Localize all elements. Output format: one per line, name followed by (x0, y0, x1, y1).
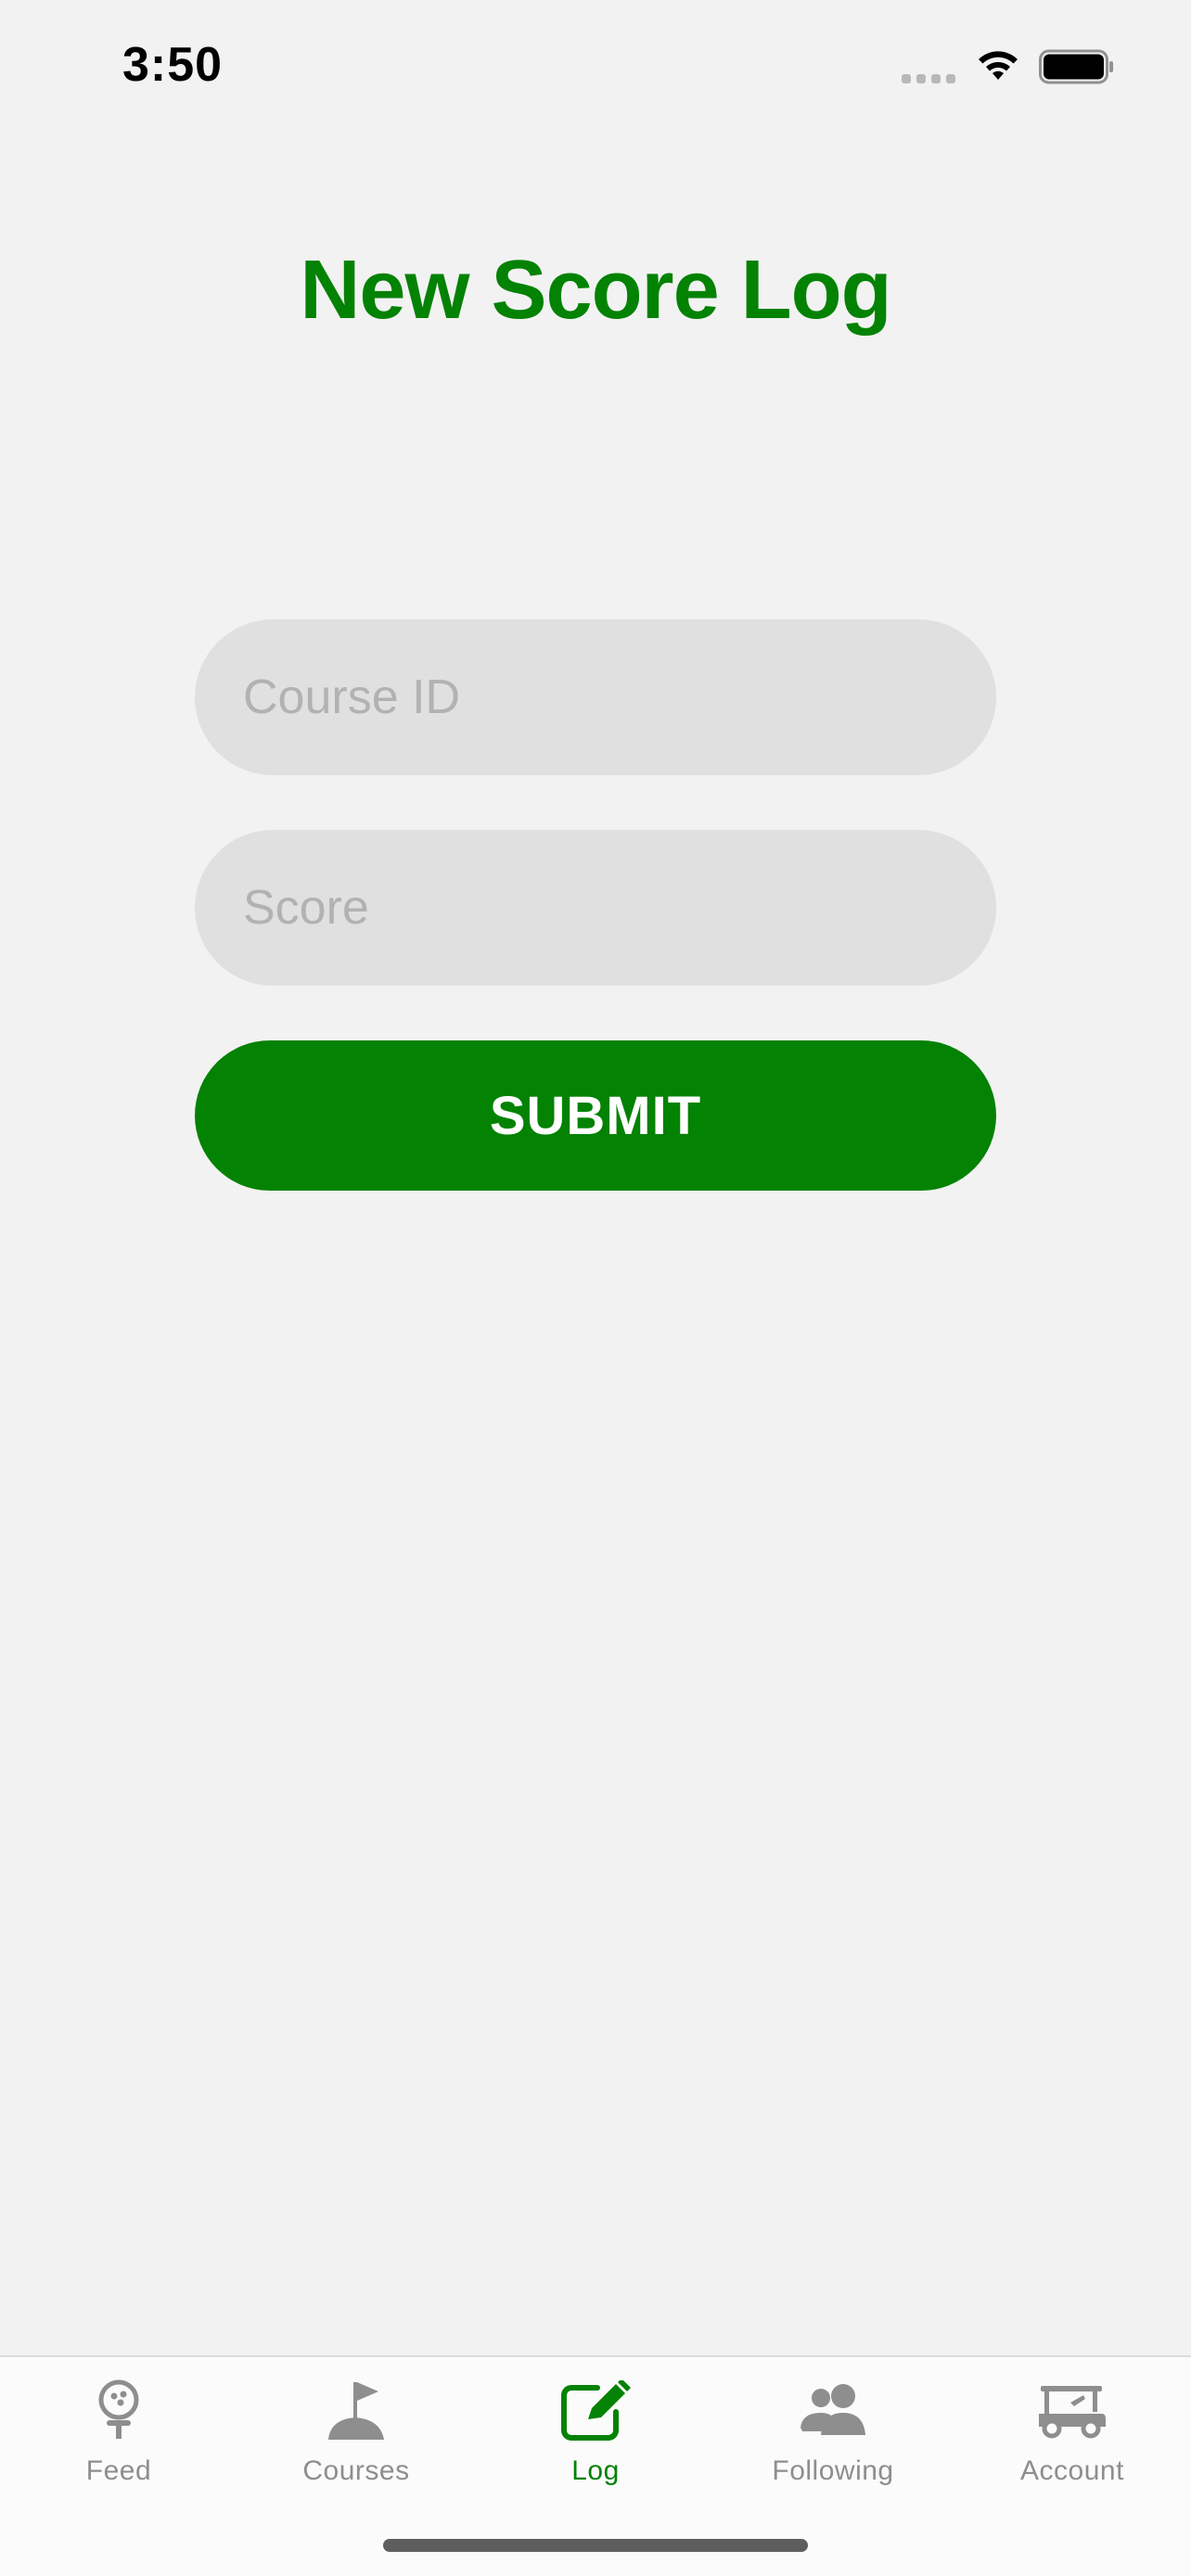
golf-cart-icon (1035, 2378, 1109, 2444)
tab-label: Account (1020, 2455, 1124, 2486)
tab-courses[interactable]: Courses (237, 2357, 475, 2506)
course-id-input[interactable] (195, 619, 996, 775)
tab-account[interactable]: Account (954, 2357, 1191, 2506)
tab-label: Log (571, 2455, 620, 2486)
tab-following[interactable]: Following (714, 2357, 952, 2506)
golf-flag-icon (319, 2378, 393, 2444)
status-bar: 3:50 (0, 0, 1191, 139)
cellular-signal-icon (902, 74, 955, 83)
page-title: New Score Log (300, 244, 891, 337)
edit-pencil-icon (558, 2378, 633, 2444)
users-icon (796, 2378, 870, 2444)
home-indicator (383, 2539, 808, 2552)
submit-button[interactable]: SUBMIT (195, 1040, 996, 1191)
wifi-icon (979, 51, 1018, 80)
status-time: 3:50 (122, 38, 224, 92)
score-input[interactable] (195, 830, 996, 986)
battery-icon (1039, 49, 1113, 84)
tab-label: Feed (85, 2455, 152, 2486)
tab-feed[interactable]: Feed (0, 2357, 237, 2506)
tab-label: Following (772, 2455, 894, 2486)
golf-ball-tee-icon (82, 2378, 156, 2444)
tab-log[interactable]: Log (477, 2357, 714, 2506)
tab-label: Courses (302, 2455, 410, 2486)
